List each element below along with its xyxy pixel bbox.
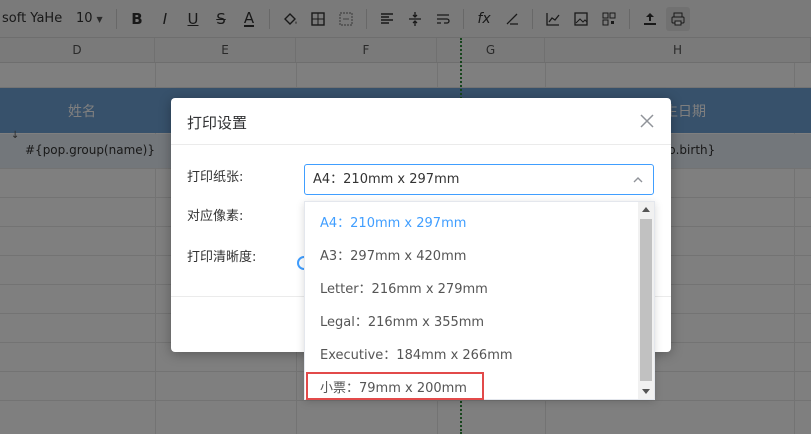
pixel-label: 对应像素: <box>187 209 244 224</box>
dropdown-option-legal[interactable]: Legal：216mm x 355mm <box>305 306 639 339</box>
paper-select-value: A4：210mm x 297mm <box>313 172 460 187</box>
dropdown-option-a3[interactable]: A3：297mm x 420mm <box>305 240 639 273</box>
dropdown-option-letter[interactable]: Letter：216mm x 279mm <box>305 273 639 306</box>
scroll-down-icon[interactable] <box>642 389 650 394</box>
chevron-up-icon <box>633 177 643 183</box>
scroll-up-icon[interactable] <box>642 207 650 212</box>
dropdown-scrollbar[interactable] <box>638 202 654 399</box>
dropdown-option-receipt[interactable]: 小票：79mm x 200mm <box>305 372 639 399</box>
dialog-title: 打印设置 <box>187 114 248 132</box>
close-icon[interactable] <box>637 111 657 131</box>
dropdown-option-executive[interactable]: Executive：184mm x 266mm <box>305 339 639 372</box>
paper-dropdown: A4：210mm x 297mm A3：297mm x 420mm Letter… <box>304 201 655 400</box>
clarity-label: 打印清晰度: <box>187 250 257 265</box>
dropdown-option-a4[interactable]: A4：210mm x 297mm <box>305 207 639 240</box>
dialog-header: 打印设置 <box>171 98 671 145</box>
paper-label: 打印纸张: <box>187 170 244 185</box>
paper-select[interactable]: A4：210mm x 297mm <box>304 164 654 195</box>
scrollbar-thumb[interactable] <box>640 219 652 381</box>
